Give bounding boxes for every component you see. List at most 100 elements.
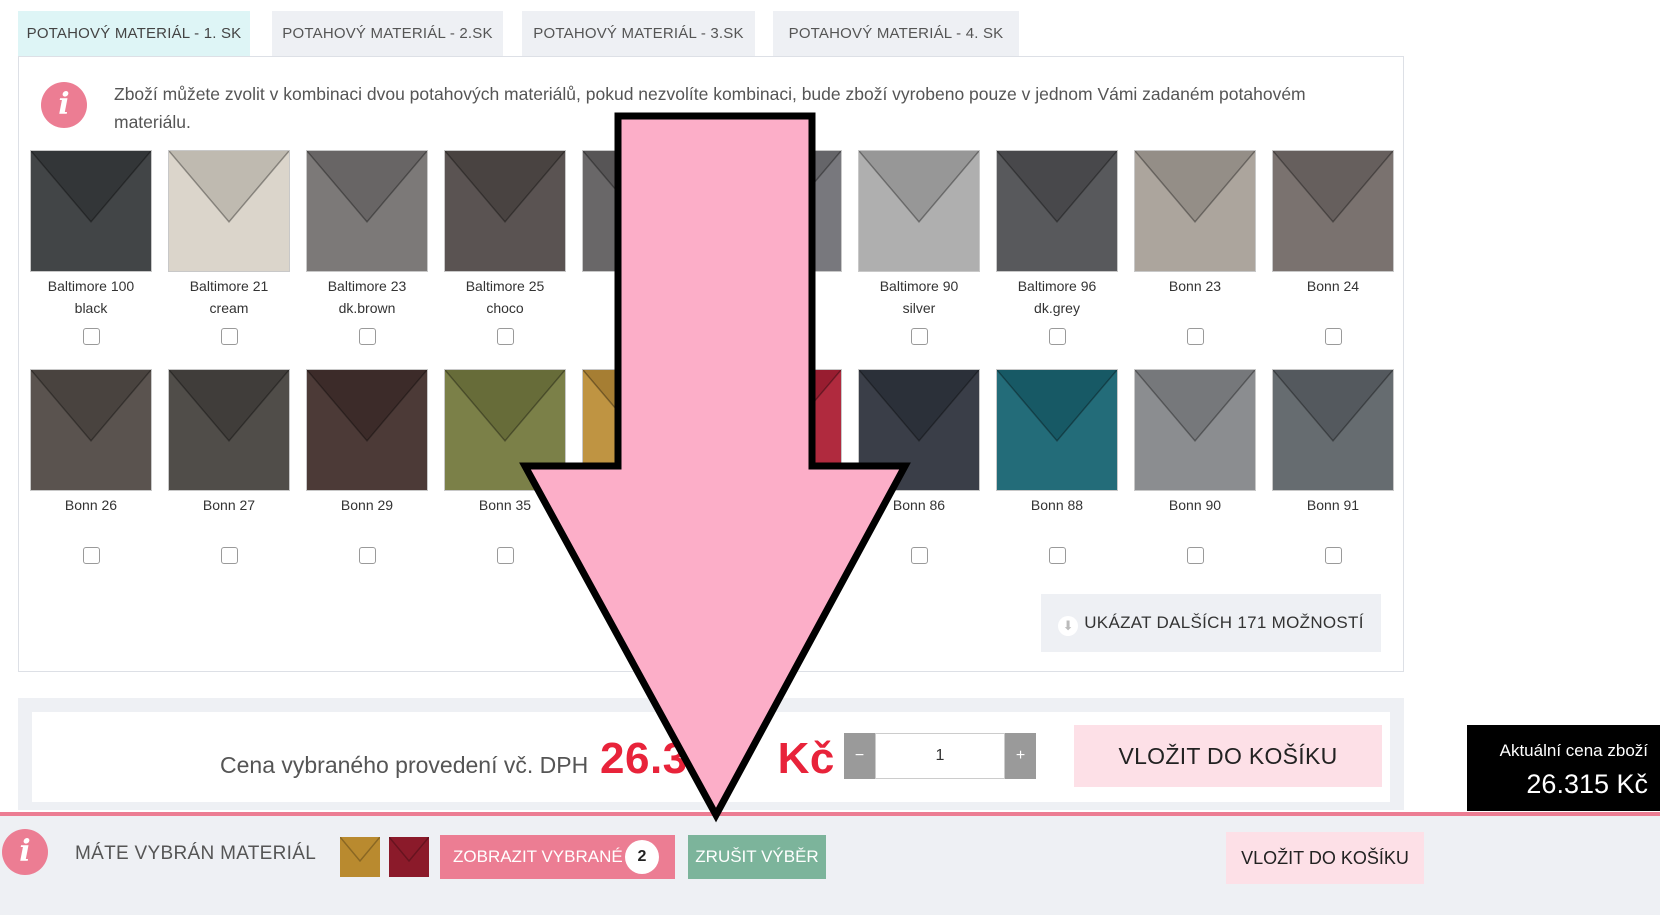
swatch-checkbox[interactable] [1324,547,1342,564]
material-swatch[interactable]: Baltimore 21 cream [160,150,298,345]
swatch-checkbox[interactable] [1048,547,1066,564]
swatch-image[interactable] [720,369,842,491]
swatch-label: Bonn 23 [1126,275,1264,319]
material-swatch[interactable]: Bonn 88 [988,369,1126,564]
swatch-checkbox[interactable] [772,328,790,345]
swatch-name: Bonn 88 [1030,497,1084,513]
swatch-checkbox[interactable] [496,547,514,564]
cancel-selection-button[interactable]: ZRUŠIT VÝBĚR [688,835,826,879]
swatch-label: 9 [712,275,850,319]
tab-material-3[interactable]: POTAHOVÝ MATERIÁL - 3.SK [522,11,755,56]
material-swatch[interactable]: Bonn 86 [850,369,988,564]
swatch-image[interactable] [1134,369,1256,491]
swatch-label: Baltimore 96 dk.grey [988,275,1126,319]
swatch-image[interactable] [720,150,842,272]
quantity-input[interactable] [875,733,1005,779]
material-swatch[interactable]: Bonn 35 [436,369,574,564]
swatch-checkbox[interactable] [82,328,100,345]
swatch-name: Bonn 90 [1168,497,1222,513]
swatch-label: Bonn 91 [1264,494,1402,538]
quantity-minus-button[interactable]: − [844,733,875,779]
tab-material-4[interactable]: POTAHOVÝ MATERIÁL - 4. SK [773,11,1019,56]
material-swatch[interactable]: Bonn 23 [1126,150,1264,345]
swatch-label: Bonn 88 [988,494,1126,538]
material-swatch[interactable]: Bonn 26 [22,369,160,564]
swatch-checkbox[interactable] [220,328,238,345]
swatch-checkbox[interactable] [1186,328,1204,345]
swatch-image[interactable] [1134,150,1256,272]
selected-material-label: MÁTE VYBRÁN MATERIÁL [75,843,317,864]
selected-swatch-1[interactable] [340,837,380,877]
swatch-checkbox[interactable] [772,547,790,564]
swatch-checkbox[interactable] [1186,547,1204,564]
swatch-checkbox[interactable] [910,328,928,345]
swatch-checkbox[interactable] [634,547,652,564]
swatch-image[interactable] [168,369,290,491]
swatch-checkbox[interactable] [358,328,376,345]
material-swatch[interactable]: Baltimore 100 black [22,150,160,345]
material-swatch[interactable]: Ba c [574,150,712,345]
swatch-image[interactable] [30,369,152,491]
bar-add-to-cart-button[interactable]: VLOŽIT DO KOŠÍKU [1226,832,1424,884]
material-swatch[interactable] [574,369,712,564]
swatch-image[interactable] [1272,150,1394,272]
swatch-label: Baltimore 100 black [22,275,160,319]
swatch-variant: choco [486,300,524,316]
material-swatch[interactable] [712,369,850,564]
swatch-checkbox[interactable] [1324,328,1342,345]
material-swatch[interactable]: 9 [712,150,850,345]
swatch-image[interactable] [996,369,1118,491]
swatch-checkbox[interactable] [496,328,514,345]
price-amount: 26.3 [600,734,688,783]
swatch-checkbox[interactable] [634,328,652,345]
swatch-image[interactable] [306,150,428,272]
material-swatch[interactable]: Bonn 27 [160,369,298,564]
swatch-checkbox[interactable] [358,547,376,564]
swatch-checkbox[interactable] [82,547,100,564]
selected-count-badge: 2 [625,840,659,874]
swatch-image[interactable] [306,369,428,491]
tab-material-1[interactable]: POTAHOVÝ MATERIÁL - 1. SK [18,11,250,56]
swatch-image[interactable] [30,150,152,272]
selected-swatch-2[interactable] [389,837,429,877]
swatch-image[interactable] [168,150,290,272]
swatch-name: Baltimore 100 [47,278,135,294]
swatch-label: Bonn 27 [160,494,298,538]
quantity-plus-button[interactable]: + [1005,733,1036,779]
swatch-image[interactable] [858,150,980,272]
swatch-checkbox[interactable] [220,547,238,564]
swatch-name: Bonn 29 [340,497,394,513]
material-swatch[interactable]: Bonn 90 [1126,369,1264,564]
tab-material-2[interactable]: POTAHOVÝ MATERIÁL - 2.SK [272,11,503,56]
swatch-variant: dk.brown [338,300,396,316]
material-swatch[interactable]: Baltimore 96 dk.grey [988,150,1126,345]
swatch-name: Baltimore 96 [1017,278,1097,294]
download-circle-icon: ⬇ [1058,616,1079,636]
add-to-cart-button[interactable]: VLOŽIT DO KOŠÍKU [1074,725,1382,787]
swatch-variant: black [74,300,108,316]
swatch-name: Baltimore 23 [327,278,407,294]
swatch-image[interactable] [444,150,566,272]
swatch-image[interactable] [1272,369,1394,491]
swatch-variant: cream [209,300,249,316]
swatch-image[interactable] [582,150,704,272]
show-selected-button[interactable]: ZOBRAZIT VYBRANÉ 2 [440,835,675,879]
show-more-label: UKÁZAT DALŠÍCH 171 MOŽNOSTÍ [1084,613,1364,632]
swatch-checkbox[interactable] [910,547,928,564]
swatch-image[interactable] [582,369,704,491]
swatch-image[interactable] [858,369,980,491]
material-swatch[interactable]: Bonn 29 [298,369,436,564]
swatch-image[interactable] [444,369,566,491]
material-swatch[interactable]: Bonn 24 [1264,150,1402,345]
show-more-button[interactable]: ⬇ UKÁZAT DALŠÍCH 171 MOŽNOSTÍ [1041,594,1381,652]
swatch-checkbox[interactable] [1048,328,1066,345]
material-swatch[interactable]: Bonn 91 [1264,369,1402,564]
material-swatch[interactable]: Baltimore 90 silver [850,150,988,345]
info-message: Zboží můžete zvolit v kombinaci dvou pot… [114,84,1306,132]
price-currency: Kč [777,734,835,783]
swatch-image[interactable] [996,150,1118,272]
swatch-name: Bonn 91 [1306,497,1360,513]
swatch-label: Baltimore 90 silver [850,275,988,319]
material-swatch[interactable]: Baltimore 23 dk.brown [298,150,436,345]
material-swatch[interactable]: Baltimore 25 choco [436,150,574,345]
